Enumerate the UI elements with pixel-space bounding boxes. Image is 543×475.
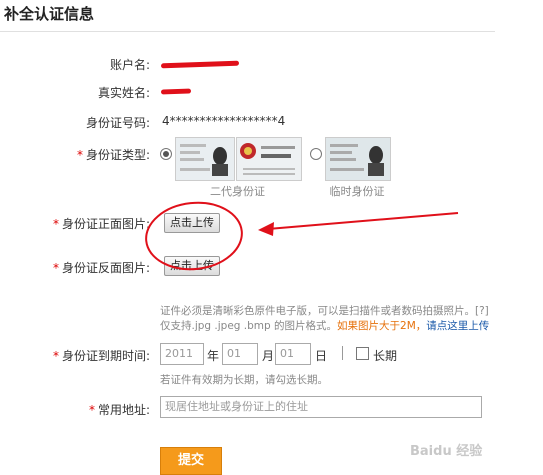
back-label: * 身份证反面图片: — [52, 261, 150, 275]
day-unit: 日 — [315, 349, 328, 363]
upload-hint-line1: 证件必须是清晰彩色原件电子版，可以是扫描件或者数码拍摄照片。[?] — [160, 305, 489, 317]
watermark: Baidu 经验 — [410, 444, 483, 459]
idnumber-value: 4******************4 — [162, 114, 286, 128]
month-unit: 月 — [262, 349, 275, 363]
temporary-card — [325, 137, 391, 181]
annotation-arrow-head — [258, 222, 274, 236]
address-input[interactable]: 现居住地址或身份证上的住址 — [160, 396, 482, 418]
size-warning: 如果图片大于2M， — [337, 320, 427, 332]
front-label: * 身份证正面图片: — [52, 217, 150, 231]
realname-label: 真实姓名: — [97, 86, 150, 100]
large-upload-link[interactable]: 请点这里上传 — [426, 320, 489, 332]
temporary-caption: 临时身份证 — [329, 185, 385, 198]
idtype-label: * 身份证类型: — [76, 148, 150, 162]
second-gen-caption: 二代身份证 — [210, 185, 265, 198]
annotation-overlay — [145, 201, 459, 271]
annotation-arrow-line — [267, 212, 459, 230]
expiry-separator — [342, 346, 343, 360]
expiry-year-input[interactable]: 2011 — [160, 343, 204, 365]
title-divider — [0, 31, 495, 32]
address-label: * 常用地址: — [88, 403, 150, 417]
year-unit: 年 — [207, 349, 220, 363]
idnumber-label: 身份证号码: — [85, 116, 150, 130]
expiry-note: 若证件有效期为长期，请勾选长期。 — [160, 374, 328, 386]
realname-redaction — [160, 88, 192, 95]
account-redaction — [160, 60, 240, 69]
radio-second-gen[interactable] — [160, 148, 172, 160]
long-term-label: 长期 — [373, 349, 398, 363]
second-gen-card-front — [175, 137, 235, 181]
page-title: 补全认证信息 — [4, 5, 95, 23]
expiry-month-input[interactable]: 01 — [222, 343, 258, 365]
annotation-circle — [145, 201, 243, 271]
expiry-day-input[interactable]: 01 — [275, 343, 311, 365]
long-term-checkbox[interactable] — [356, 347, 369, 360]
account-label: 账户名: — [109, 58, 150, 72]
radio-temporary[interactable] — [310, 148, 322, 160]
submit-button[interactable]: 提交 — [160, 447, 222, 475]
upload-hint-line2: 仅支持.jpg .jpeg .bmp 的图片格式。如果图片大于2M，请点这里上传 — [160, 320, 490, 332]
second-gen-card-back — [236, 137, 302, 181]
expiry-label: * 身份证到期时间: — [52, 349, 150, 363]
